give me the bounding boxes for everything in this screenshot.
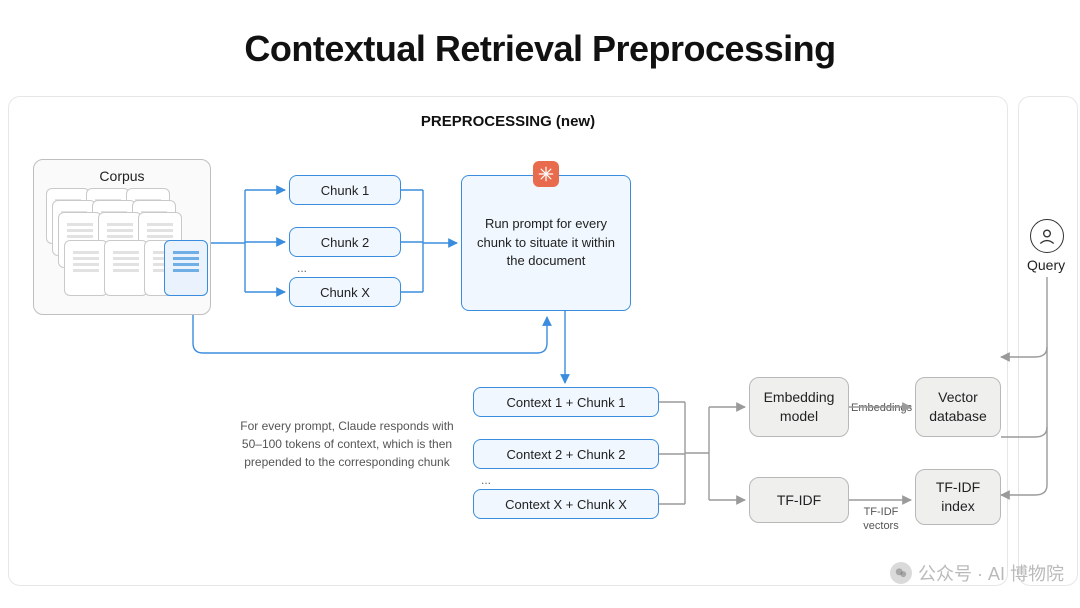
query-label: Query (1027, 257, 1065, 273)
prompt-box: Run prompt for every chunk to situate it… (461, 175, 631, 311)
wechat-icon (890, 562, 912, 584)
chunk-box-2: Chunk 2 (289, 227, 401, 257)
embedding-model-box: Embedding model (749, 377, 849, 437)
watermark-text: 公众号 · AI 博物院 (918, 560, 1064, 586)
chunk-box-x: Chunk X (289, 277, 401, 307)
context-box-x: Context X + Chunk X (473, 489, 659, 519)
runtime-panel: Query (1018, 96, 1078, 586)
chunk-ellipsis: ... (297, 261, 307, 275)
caption-text: For every prompt, Claude responds with 5… (235, 417, 459, 471)
watermark: 公众号 · AI 博物院 (890, 560, 1064, 586)
page-title: Contextual Retrieval Preprocessing (0, 28, 1080, 70)
chunk-box-1: Chunk 1 (289, 175, 401, 205)
anthropic-badge-icon (533, 161, 559, 187)
context-box-2: Context 2 + Chunk 2 (473, 439, 659, 469)
tfidf-box: TF-IDF (749, 477, 849, 523)
connectors-query (1019, 97, 1079, 587)
context-box-1: Context 1 + Chunk 1 (473, 387, 659, 417)
vector-database-box: Vector database (915, 377, 1001, 437)
edge-label-embeddings: Embeddings (851, 401, 911, 415)
panel-subheader: PREPROCESSING (new) (9, 113, 1007, 130)
preprocessing-panel: PREPROCESSING (new) Corpus Chunk 1 Chunk… (8, 96, 1008, 586)
user-query-icon (1030, 219, 1064, 253)
corpus-label: Corpus (44, 168, 200, 184)
corpus-document-stack (44, 188, 200, 306)
tfidf-index-box: TF-IDF index (915, 469, 1001, 525)
corpus-active-document-icon (164, 240, 208, 296)
context-ellipsis: ... (481, 473, 491, 487)
edge-label-tfidf-vectors: TF-IDF vectors (851, 505, 911, 534)
corpus-card: Corpus (33, 159, 211, 315)
prompt-text: Run prompt for every chunk to situate it… (476, 215, 616, 272)
